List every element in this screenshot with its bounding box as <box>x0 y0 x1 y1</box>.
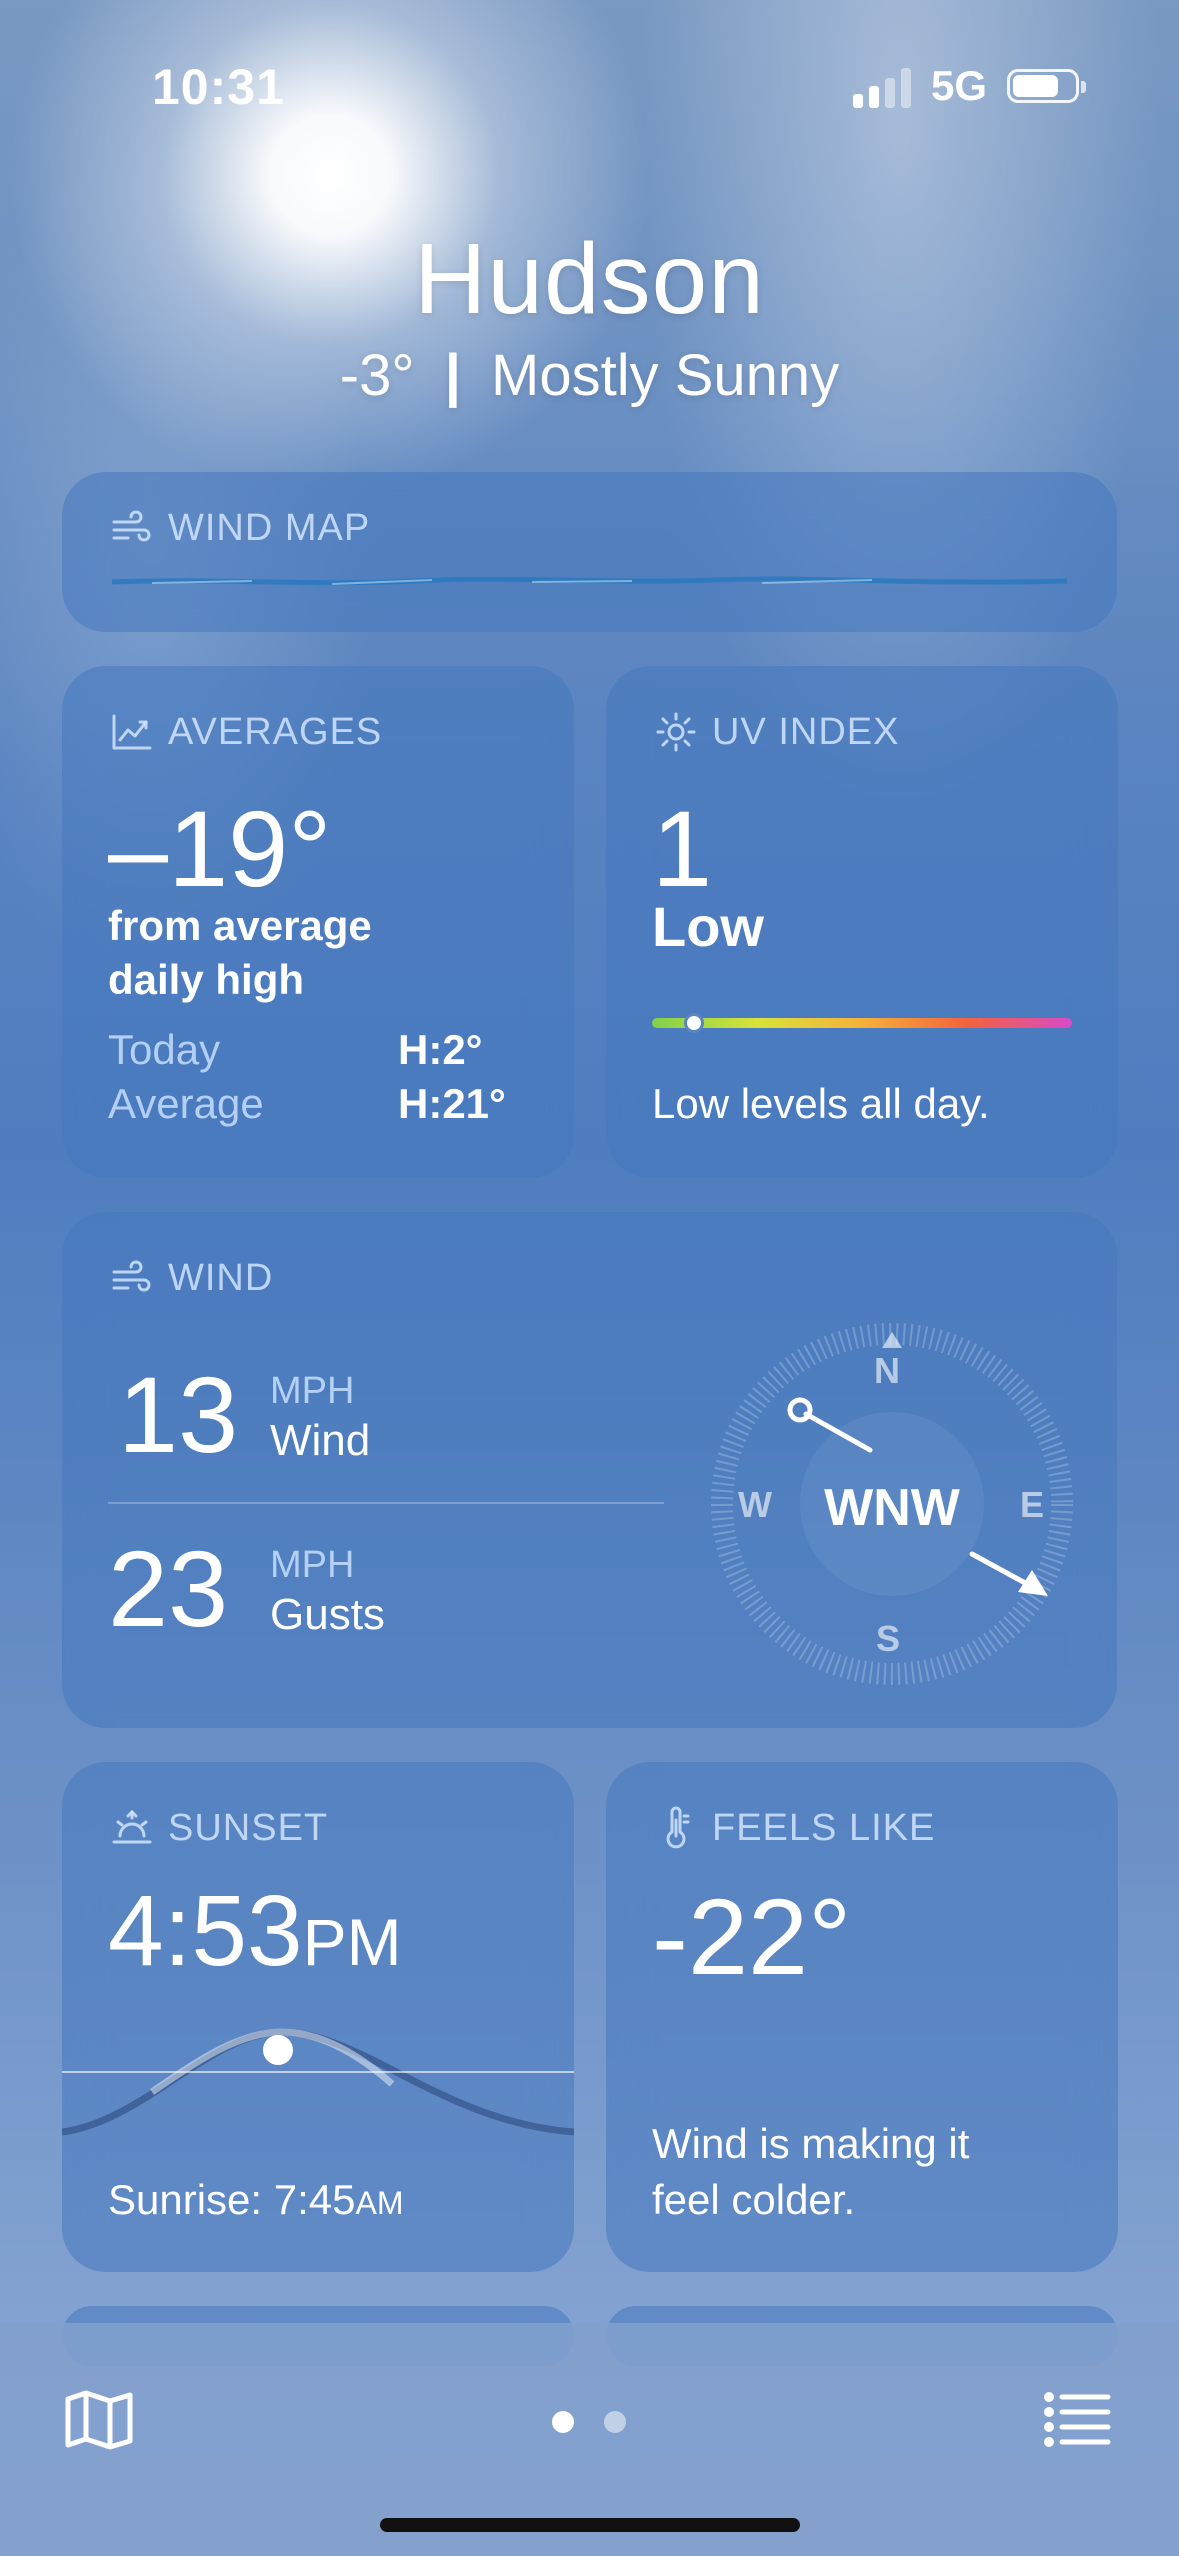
feels-like-card[interactable]: FEELS LIKE -22° Wind is making it feel c… <box>606 1762 1118 2272</box>
wind-card[interactable]: WIND 13 MPH Wind 23 MPH Gusts N E S W WN… <box>62 1212 1117 1728</box>
wind-gusts-label: Gusts <box>270 1590 385 1639</box>
averages-label: AVERAGES <box>168 710 383 753</box>
page-indicator[interactable] <box>552 2411 626 2433</box>
wind-gusts-unit: MPH <box>270 1544 355 1586</box>
compass-west: W <box>738 1484 772 1525</box>
sunset-title: SUNSET <box>110 1806 328 1850</box>
sunset-time: 4:53PM <box>108 1874 402 1989</box>
wind-direction: WNW <box>824 1479 960 1537</box>
uv-index-card[interactable]: UV INDEX 1 Low Low levels all day. <box>606 666 1118 1178</box>
uv-level-marker <box>684 1013 704 1033</box>
page-dot-2[interactable] <box>604 2411 626 2433</box>
compass-east: E <box>1020 1484 1045 1525</box>
uv-title: UV INDEX <box>654 710 899 754</box>
averages-card[interactable]: AVERAGES –19° from average daily high To… <box>62 666 574 1178</box>
status-time: 10:31 <box>152 59 285 115</box>
wind-map-card[interactable]: WIND MAP <box>62 472 1117 632</box>
feels-like-line2: feel colder. <box>652 2176 856 2223</box>
averages-description-2: daily high <box>108 956 305 1003</box>
today-high: H:2° <box>398 1026 483 1073</box>
separator: | <box>444 343 461 408</box>
battery-icon <box>1007 69 1086 103</box>
wind-divider <box>108 1502 664 1504</box>
feels-like-label: FEELS LIKE <box>712 1806 936 1849</box>
uv-summary: Low levels all day. <box>652 1080 990 1127</box>
cellular-signal-icon <box>852 64 911 108</box>
sun-icon <box>656 712 696 752</box>
sunset-card[interactable]: SUNSET 4:53PM Sunrise: 7:45AM <box>62 1762 574 2272</box>
sun-path-graph <box>62 2028 574 2136</box>
today-label: Today <box>108 1026 221 1073</box>
uv-label: UV INDEX <box>712 710 900 753</box>
thermometer-icon <box>666 1806 690 1849</box>
network-type: 5G <box>930 62 987 109</box>
wind-speed-value: 13 <box>118 1354 239 1475</box>
wind-compass: N E S W WNW <box>710 1322 1074 1686</box>
feels-like-line1: Wind is making it <box>652 2120 970 2167</box>
wind-gusts-value: 23 <box>108 1528 229 1649</box>
compass-north: N <box>874 1350 900 1391</box>
list-icon[interactable] <box>1044 2391 1112 2447</box>
sunrise-suffix: AM <box>355 2185 404 2221</box>
feels-like-title: FEELS LIKE <box>654 1806 935 1850</box>
wind-map-strip <box>112 576 1067 586</box>
wind-speed-unit: MPH <box>270 1370 355 1412</box>
compass-south: S <box>876 1618 901 1659</box>
wind-map-title: WIND MAP <box>110 506 370 550</box>
uv-level: Low <box>652 895 764 958</box>
status-indicators: 5G <box>852 62 1086 110</box>
averages-delta: –19° <box>108 788 332 909</box>
wind-label: WIND <box>168 1256 274 1299</box>
sunset-icon <box>112 1809 152 1844</box>
sunrise-time: Sunrise: 7:45AM <box>108 2176 404 2224</box>
wind-title: WIND <box>110 1256 273 1300</box>
uv-value: 1 <box>652 788 713 909</box>
wind-icon <box>112 510 151 542</box>
home-indicator[interactable] <box>380 2518 800 2532</box>
average-label: Average <box>108 1080 264 1127</box>
feels-like-value: -22° <box>652 1876 852 1997</box>
sunset-label: SUNSET <box>168 1806 329 1849</box>
chart-icon <box>112 714 152 750</box>
sunset-time-suffix: PM <box>302 1905 402 1979</box>
average-high: H:21° <box>398 1080 506 1127</box>
current-temperature: -3° <box>339 343 415 408</box>
map-icon[interactable] <box>64 2389 134 2451</box>
page-dot-1[interactable] <box>552 2411 574 2433</box>
averages-title: AVERAGES <box>110 710 382 754</box>
sunset-time-value: 4:53 <box>108 1875 303 1987</box>
averages-description-1: from average <box>108 902 372 949</box>
current-conditions: -3° | Mostly Sunny <box>0 342 1179 409</box>
city-name: Hudson <box>414 223 765 335</box>
condition-text: Mostly Sunny <box>491 343 840 408</box>
wind-speed-label: Wind <box>270 1416 371 1465</box>
sunrise-label: Sunrise: 7:45 <box>108 2176 356 2223</box>
wind-icon <box>112 1260 151 1292</box>
uv-scale-bar <box>652 1018 1072 1028</box>
wind-map-label: WIND MAP <box>168 506 371 549</box>
